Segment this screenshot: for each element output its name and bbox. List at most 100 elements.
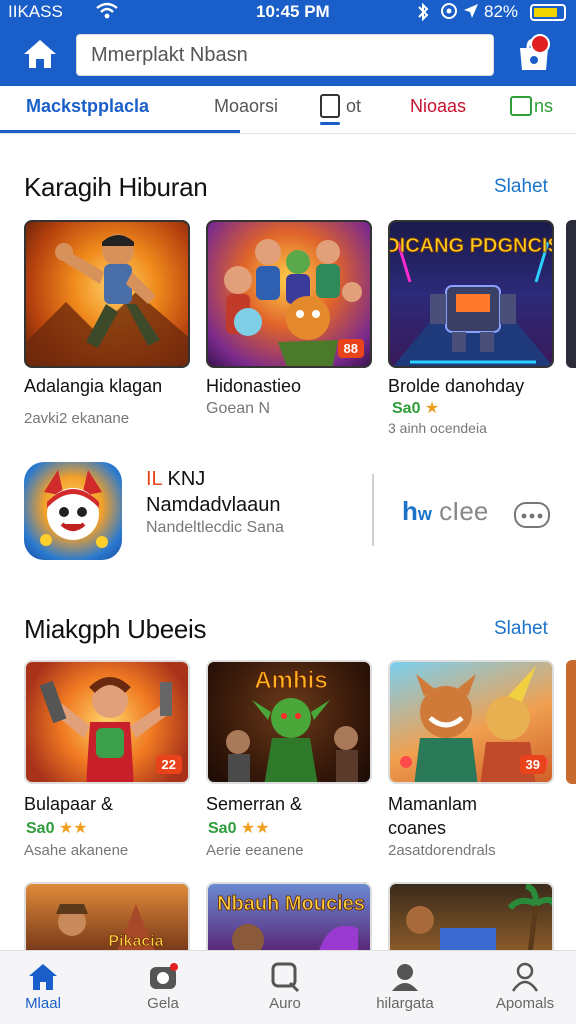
app-card[interactable] <box>388 882 554 952</box>
nav-label: Gela <box>147 995 179 1012</box>
app-thumbnail: Pikacia <box>24 882 190 952</box>
featured-accent-text: IL <box>146 468 162 490</box>
app-card[interactable]: Adalangia klagan 2avki2 ekanane <box>24 220 190 427</box>
section-title-games: Miakgph Ubeeis <box>24 614 207 644</box>
featured-app-subtitle: Nandeltlecdic Sana <box>146 519 284 536</box>
app-thumbnail <box>24 220 190 368</box>
featured-action-button[interactable]: hw cIee <box>402 496 488 527</box>
tab-marketplace[interactable]: Mackstpplacla <box>26 96 149 117</box>
app-card[interactable]: Amhis Semerran & Sa0 ★★ Aerie eeanene <box>206 660 372 859</box>
star-icon: ★ <box>424 400 440 417</box>
nav-label: Apomals <box>495 995 555 1012</box>
app-thumbnail: Nbauh Moucies <box>206 882 372 952</box>
app-card[interactable]: DICANG PDGNCIS Brolde danohday Sa0 ★ 3 a… <box>388 220 554 436</box>
status-bar: IIKASS 10:45 PM 82% <box>0 0 576 26</box>
search-input[interactable] <box>76 34 494 76</box>
app-subtitle: 2avki2 ekanane <box>24 410 130 427</box>
tab-movies[interactable]: Moaorsi <box>214 96 278 117</box>
status-time: 10:45 PM <box>256 2 330 21</box>
app-name-line2: coanes <box>388 818 447 838</box>
bottom-navigation: Mlaal Gela Auro hilargata Apomals <box>0 950 576 1024</box>
adventure-art: Pikacia <box>56 904 164 950</box>
games-icon <box>150 963 178 989</box>
app-subtitle: Goean N <box>206 400 271 417</box>
tab-kids[interactable]: ns <box>534 96 553 117</box>
robot-arena-art: DICANG PDGNCIS <box>390 235 554 366</box>
app-card[interactable]: Pikacia <box>24 882 190 952</box>
alarm-icon <box>440 2 458 25</box>
nav-people[interactable]: hilargata <box>350 951 460 1024</box>
app-name: Adalangia klagan <box>24 376 163 396</box>
featured-app-icon[interactable] <box>24 462 122 560</box>
home-icon <box>24 40 56 68</box>
app-name: Bulapaar & <box>24 794 114 814</box>
nav-home[interactable]: Mlaal <box>0 951 98 1024</box>
star-icon: ★★ <box>58 820 88 837</box>
nav-label: Auro <box>269 995 301 1012</box>
app-card[interactable]: 22 Bulapaar & Sa0 ★★ Asahe akanene <box>24 660 190 859</box>
featured-action-blue: h <box>402 496 418 526</box>
art-title: Pikacia <box>108 933 163 950</box>
app-rating: Sa0 ★ <box>392 398 439 418</box>
nav-label: hilargata <box>376 995 434 1012</box>
featured-app-name: Namdadvlaaun <box>146 494 281 516</box>
app-price: Sa0 <box>26 820 55 837</box>
app-thumbnail <box>388 882 554 952</box>
app-card[interactable]: 39 Mamanlam coanes 2asatdorendrals <box>388 660 554 859</box>
app-rating: Sa0 ★★ <box>208 818 270 838</box>
app-price: Sa0 <box>208 820 237 837</box>
nav-search[interactable]: Auro <box>230 951 340 1024</box>
next-card-peek <box>566 220 576 368</box>
battery-icon <box>530 4 566 21</box>
battery-percent: 82% <box>484 2 519 21</box>
nav-label: Mlaal <box>25 995 61 1012</box>
see-all-link-entertainment[interactable]: Slahet <box>494 176 548 198</box>
app-subtitle: Asahe akanene <box>24 842 129 859</box>
featured-action-label: cIee <box>439 496 489 526</box>
art-title: Amhis <box>254 667 327 694</box>
tab-news[interactable]: Nioaas <box>410 96 466 117</box>
battery-level <box>534 8 557 17</box>
jungle-art <box>406 884 552 950</box>
book-icon <box>320 94 340 118</box>
app-thumbnail: DICANG PDGNCIS <box>388 220 554 368</box>
goblin-character-art: Amhis <box>226 667 358 782</box>
app-card[interactable]: 88 Hidonastieo Goean N <box>206 220 372 417</box>
see-all-link-games[interactable]: Slahet <box>494 618 548 640</box>
app-name: Hidonastieo <box>206 376 302 396</box>
app-name: Semerran & <box>206 794 303 814</box>
wifi-icon <box>96 2 118 25</box>
mascot-icon <box>40 470 108 548</box>
home-button[interactable] <box>20 36 60 72</box>
tab-indicator-dot <box>320 122 340 125</box>
tab-books[interactable]: ot <box>346 96 361 117</box>
featured-tag-text: KNJ <box>167 468 206 490</box>
monster-art: Nbauh Moucies <box>217 893 365 950</box>
featured-action-blue-2: w <box>417 504 432 524</box>
app-subtitle: 2asatdorendrals <box>388 842 496 859</box>
app-name: Brolde danohday <box>388 376 525 396</box>
active-tab-indicator <box>0 130 240 133</box>
more-dots-icon <box>521 513 543 519</box>
notification-badge <box>530 34 550 54</box>
people-icon <box>392 964 418 991</box>
star-icon: ★★ <box>240 820 270 837</box>
more-options-button[interactable] <box>514 502 550 528</box>
nav-games[interactable]: Gela <box>108 951 218 1024</box>
fighter-character-art <box>26 234 188 366</box>
app-rating: Sa0 ★★ <box>26 818 88 838</box>
art-title: DICANG PDGNCIS <box>390 235 554 257</box>
divider <box>372 474 374 546</box>
app-header: IIKASS 10:45 PM 82% <box>0 0 576 86</box>
nav-account[interactable]: Apomals <box>470 951 576 1024</box>
category-tabs: Mackstpplacla Moaorsi ot Nioaas ns <box>0 86 576 134</box>
app-card[interactable]: Nbauh Moucies <box>206 882 372 952</box>
search-icon <box>271 962 300 993</box>
bluetooth-icon <box>416 2 430 27</box>
app-thumbnail: 39 <box>388 660 554 784</box>
app-thumbnail: Amhis <box>206 660 372 784</box>
carrier-label: IIKASS <box>8 2 63 21</box>
app-thumbnail: 88 <box>206 220 372 368</box>
art-title: Nbauh Moucies <box>217 893 365 915</box>
next-card-peek <box>566 660 576 784</box>
